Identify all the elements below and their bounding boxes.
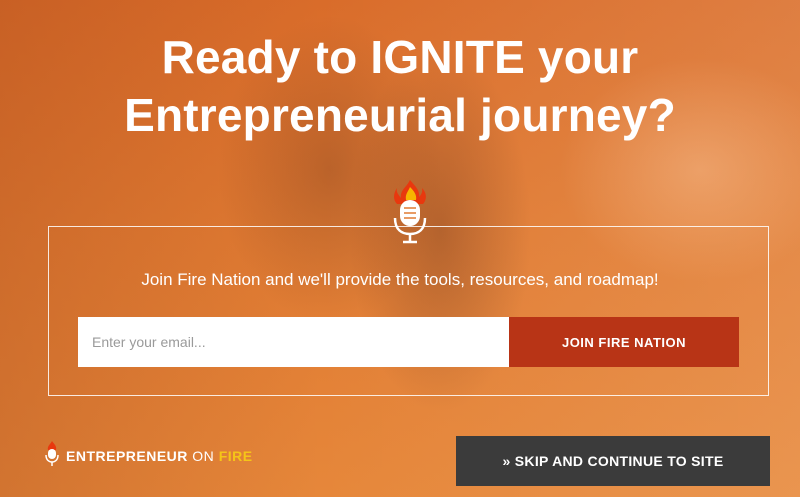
headline-line-2: Entrepreneurial journey? [124, 89, 676, 141]
brand-logo[interactable]: ENTREPRENEUR ON FIRE [44, 440, 253, 472]
signup-subtitle: Join Fire Nation and we'll provide the t… [141, 270, 659, 289]
page-headline: Ready to IGNITE your Entrepreneurial jou… [0, 28, 800, 144]
logo-word-on: ON [192, 448, 215, 464]
logo-word-fire: FIRE [218, 448, 253, 464]
skip-continue-button[interactable]: » SKIP AND CONTINUE TO SITE [456, 436, 770, 486]
flaming-microphone-icon [44, 440, 60, 472]
logo-wordmark: ENTREPRENEUR ON FIRE [66, 448, 253, 464]
join-fire-nation-button[interactable]: JOIN FIRE NATION [509, 317, 739, 367]
email-input[interactable] [78, 317, 509, 367]
logo-word-entrepreneur: ENTREPRENEUR [66, 448, 188, 464]
headline-line-1: Ready to IGNITE your [161, 31, 639, 83]
flaming-microphone-icon [380, 178, 440, 254]
